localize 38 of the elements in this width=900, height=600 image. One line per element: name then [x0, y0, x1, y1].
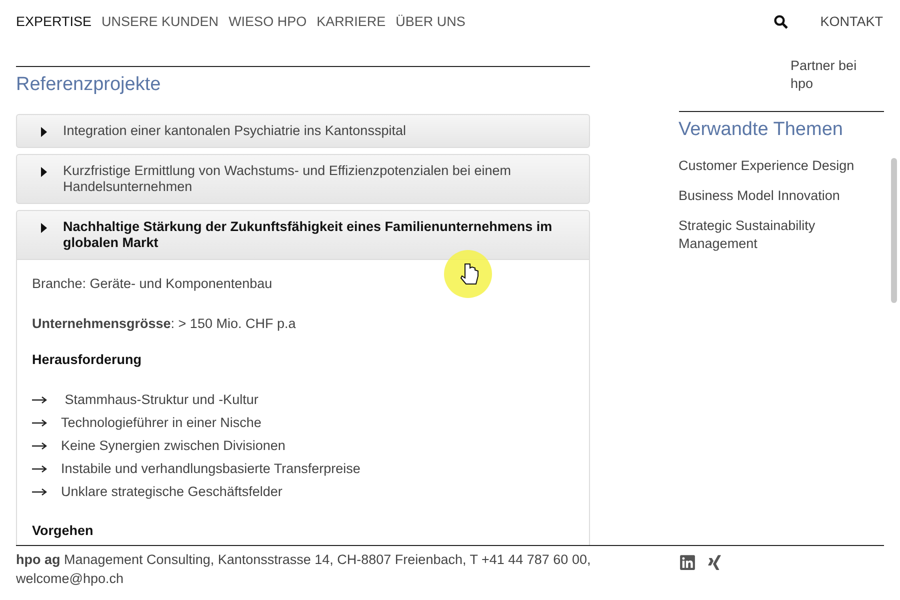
- nav-link[interactable]: UNSERE KUNDEN: [102, 12, 219, 32]
- accordion-header[interactable]: Nachhaltige Stärkung der Zukunftsfähigkeit eines Familienunternehmens im globalen Markt: [16, 210, 590, 260]
- challenge-heading: Herausforderung: [32, 351, 143, 369]
- related-link[interactable]: Strategic Sustainability Management: [678, 216, 869, 252]
- nav-link[interactable]: WIESO HPO: [228, 12, 307, 32]
- challenge-item: Keine Synergien zwischen Divisionen: [61, 436, 286, 455]
- section-title: Referenzprojekte: [16, 73, 162, 97]
- challenge-item: Unklare strategische Geschäftsfelder: [61, 482, 282, 501]
- related-title: Verwandte Themen: [678, 118, 844, 142]
- arrow-icon: [32, 396, 48, 404]
- approach-heading: Vorgehen: [32, 522, 94, 540]
- accordion-header[interactable]: Integration einer kantonalen Psychiatrie ins Kantonsspital: [16, 114, 590, 148]
- related-link[interactable]: Business Model Innovation: [678, 186, 869, 204]
- industry-text: Branche: Geräte- und Komponentenbau: [32, 274, 274, 293]
- cursor-highlight: [444, 250, 492, 298]
- nav-link[interactable]: KARRIERE: [316, 12, 386, 32]
- nav-link[interactable]: ÜBER UNS: [396, 12, 466, 32]
- search-icon[interactable]: [774, 15, 788, 29]
- caret-icon: [41, 166, 47, 176]
- partner-text: Partner bei hpo: [790, 57, 858, 93]
- challenge-item: Stammhaus-Struktur und -Kultur: [64, 390, 258, 409]
- contact-link[interactable]: KONTAKT: [820, 12, 883, 32]
- footer-address: hpo ag Management Consulting, Kantonsstrasse 14, CH-8807 Freienbach, T +41 44 787 60 00, welcome@hpo.ch: [16, 551, 592, 588]
- accordion-header[interactable]: Kurzfristige Ermittlung von Wachstums- und Effizienzpotenzialen bei einem Handelsunternehmen: [16, 154, 590, 204]
- challenge-item: Instabile und verhandlungsbasierte Transferpreise: [61, 460, 360, 478]
- arrow-icon: [32, 442, 48, 450]
- arrow-icon: [32, 488, 48, 496]
- arrow-icon: [32, 464, 48, 473]
- nav-link[interactable]: EXPERTISE: [16, 12, 92, 32]
- linkedin-icon[interactable]: [679, 554, 696, 571]
- caret-icon: [41, 222, 47, 232]
- caret-icon: [41, 126, 47, 136]
- company-size-text: Unternehmensgrösse: > 150 Mio. CHF p.a: [32, 314, 297, 333]
- xing-icon[interactable]: [706, 554, 723, 571]
- arrow-icon: [32, 418, 48, 427]
- related-link[interactable]: Customer Experience Design: [678, 156, 869, 174]
- challenge-item: Technologieführer in einer Nische: [61, 414, 262, 432]
- scrollbar-thumb[interactable]: [891, 158, 897, 303]
